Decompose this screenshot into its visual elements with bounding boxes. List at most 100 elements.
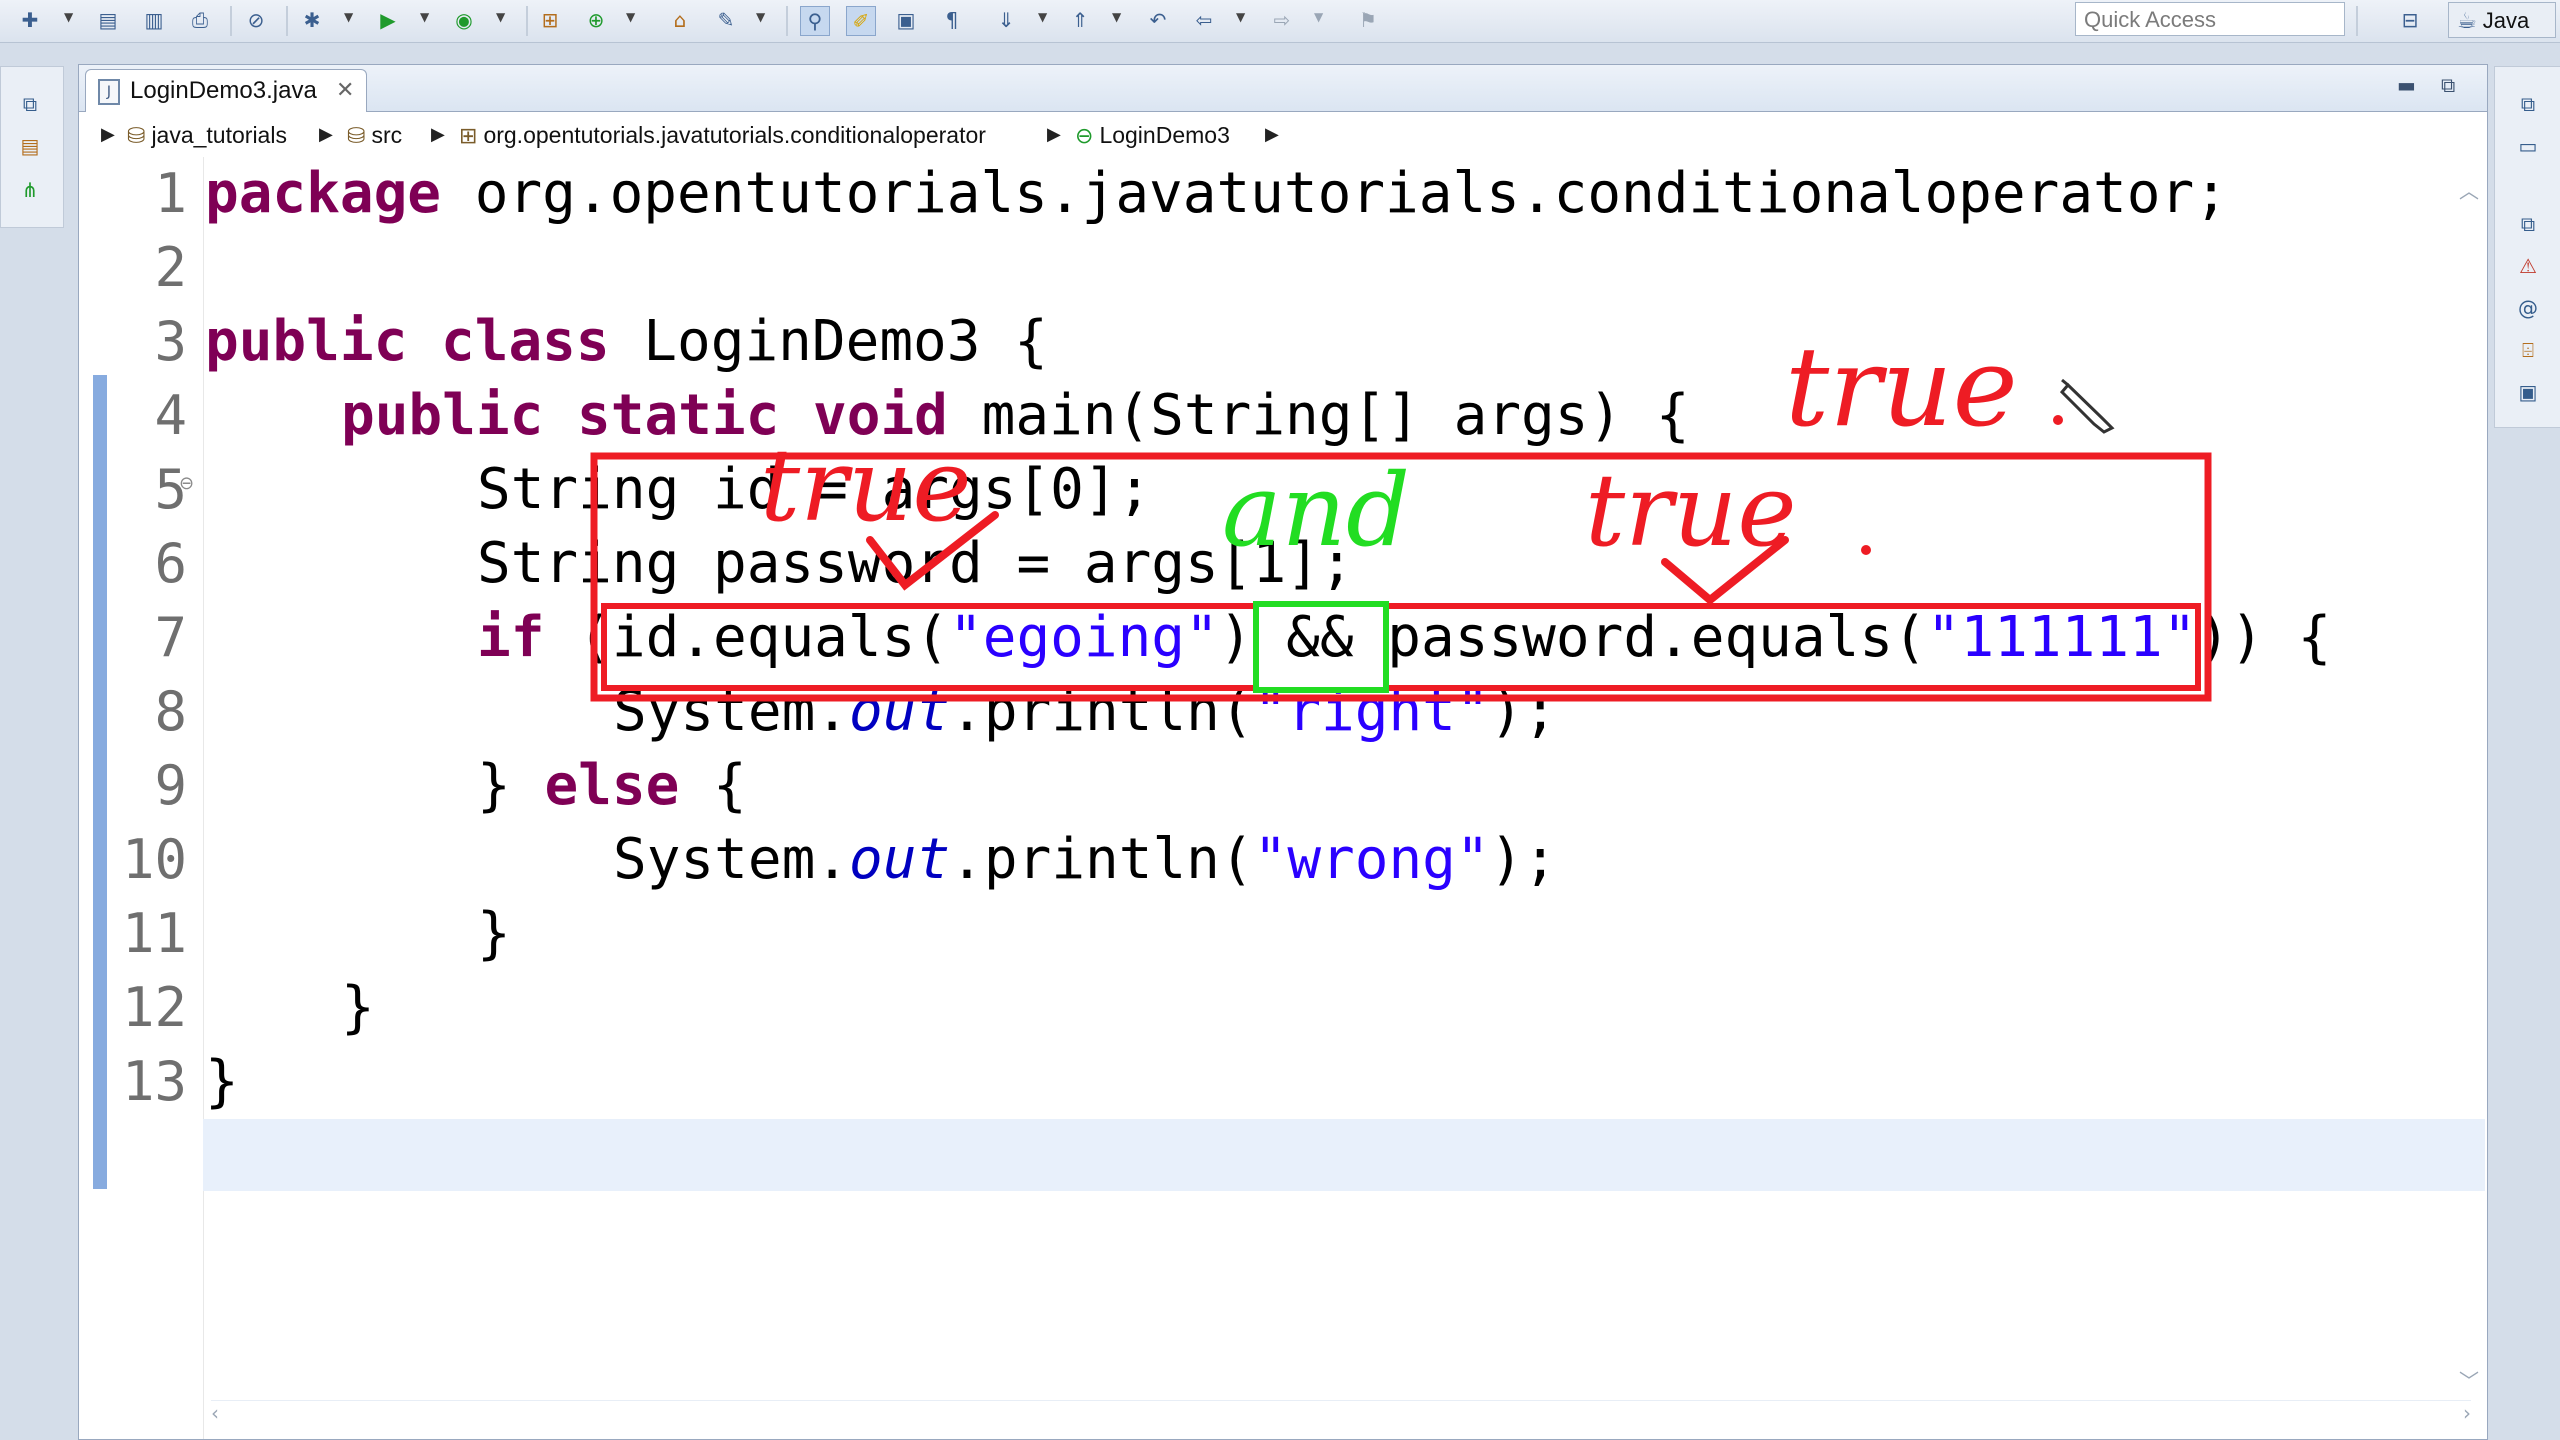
code-text: main(String[] args) { [947, 383, 1690, 448]
breadcrumb-project[interactable]: ⛁ java_tutorials [127, 113, 287, 159]
tab-logindemo3[interactable]: J LoginDemo3.java ✕ [85, 69, 367, 112]
keyword: class [441, 309, 610, 374]
new-icon[interactable]: ✚ [16, 6, 44, 34]
scroll-right-icon[interactable]: › [2463, 1401, 2471, 1425]
breadcrumb: ▶ ⛁ java_tutorials ▶ ⛁ src ▶ ⊞ org.opentuto… [79, 113, 2487, 157]
toggle-mark-occurrences-icon[interactable]: ⚲ [800, 6, 830, 36]
scroll-up-icon[interactable]: ︿ [2459, 175, 2479, 204]
back-dropdown-icon[interactable]: ▼ [1236, 10, 1245, 24]
run-icon[interactable]: ▶ [374, 6, 402, 34]
previous-annotation-dropdown-icon[interactable]: ▼ [1112, 10, 1121, 24]
new-dropdown-icon[interactable]: ▼ [64, 10, 73, 24]
maximize-icon[interactable]: ⧉ [2441, 73, 2455, 97]
last-edit-location-icon[interactable]: ↶ [1144, 6, 1172, 34]
new-class-dropdown-icon[interactable]: ▼ [626, 10, 635, 24]
back-icon[interactable]: ⇦ [1190, 6, 1218, 34]
javadoc-icon[interactable]: @ [2515, 295, 2541, 321]
code-line-6: String password = args[1]; [477, 531, 1354, 596]
open-perspective-icon[interactable]: ⊟ [2396, 6, 2424, 34]
restore-icon[interactable]: ⧉ [17, 91, 43, 117]
external-tools-icon[interactable]: ◉ [450, 6, 478, 34]
search-icon[interactable]: ✎ [712, 6, 740, 34]
java-editor: J LoginDemo3.java ✕ ▬ ⧉ ▶ ⛁ java_tutorial… [78, 64, 2488, 1440]
search-dropdown-icon[interactable]: ▼ [756, 10, 765, 24]
task-list-icon[interactable]: ▭ [2515, 133, 2541, 159]
code-text: org.opentutorials.javatutorials.conditio… [441, 161, 2228, 226]
package-explorer-icon[interactable]: ▤ [17, 133, 43, 159]
external-tools-dropdown-icon[interactable]: ▼ [496, 10, 505, 24]
forward-icon[interactable]: ⇨ [1268, 6, 1296, 34]
quick-access-input[interactable]: Quick Access [2075, 2, 2345, 36]
line-number: 1 [154, 162, 187, 225]
breadcrumb-class[interactable]: ⊖ LoginDemo3 [1075, 113, 1230, 159]
close-icon[interactable]: ✕ [336, 70, 354, 112]
scroll-left-icon[interactable]: ‹ [211, 1401, 219, 1425]
scroll-down-icon[interactable]: ﹀ [2459, 1365, 2479, 1394]
keyword: package [205, 161, 442, 226]
breadcrumb-src[interactable]: ⛁ src [347, 113, 402, 159]
line-number: 9 [154, 754, 187, 817]
line-number-gutter: 1 2 3 4 5 6 7 8 9 10 11 12 13 ⊖ [79, 157, 204, 1439]
next-annotation-dropdown-icon[interactable]: ▼ [1038, 10, 1047, 24]
restore-icon[interactable]: ⧉ [2515, 91, 2541, 117]
line-number: 12 [121, 976, 187, 1039]
keyword: if [477, 605, 545, 670]
save-all-icon[interactable]: ▥ [140, 6, 168, 34]
chevron-right-icon: ▶ [1265, 124, 1279, 145]
open-type-icon[interactable]: ⌂ [666, 6, 694, 34]
project-icon: ⛁ [127, 124, 146, 149]
change-ruler-marker [93, 375, 107, 1189]
debug-icon[interactable]: ✱ [298, 6, 326, 34]
string-literal: "right" [1253, 679, 1490, 744]
horizontal-scrollbar[interactable]: ‹ › [211, 1400, 2471, 1425]
toggle-highlight-icon[interactable]: ✐ [846, 6, 876, 36]
console-icon[interactable]: ▣ [2515, 379, 2541, 405]
fold-collapse-icon[interactable]: ⊖ [179, 473, 194, 494]
editor-tab-bar: J LoginDemo3.java ✕ ▬ ⧉ [79, 65, 2487, 112]
run-dropdown-icon[interactable]: ▼ [420, 10, 429, 24]
next-annotation-icon[interactable]: ⇓ [992, 6, 1020, 34]
static-field: out [849, 827, 951, 892]
code-line-1: package org.opentutorials.javatutorials.… [205, 157, 2228, 231]
code-line-8: System.out.println("right"); [613, 675, 1557, 749]
save-icon[interactable]: ▤ [94, 6, 122, 34]
keyword: else [544, 753, 680, 818]
chevron-right-icon: ▶ [101, 124, 115, 145]
debug-dropdown-icon[interactable]: ▼ [344, 10, 353, 24]
code-text: )) { [2196, 605, 2332, 670]
chevron-right-icon: ▶ [1047, 124, 1061, 145]
line-number: 2 [154, 236, 187, 299]
code-line-12: } [341, 975, 375, 1040]
forward-dropdown-icon[interactable]: ▼ [1314, 10, 1323, 24]
toolbar-separator [526, 6, 528, 36]
line-number: 10 [121, 828, 187, 891]
new-class-icon[interactable]: ⊕ [582, 6, 610, 34]
block-selection-icon[interactable]: ▣ [892, 6, 920, 34]
code-area[interactable]: package org.opentutorials.javatutorials.… [205, 157, 2485, 1439]
hierarchy-icon[interactable]: ⋔ [17, 177, 43, 203]
java-perspective-button[interactable]: ☕ Java [2448, 2, 2556, 38]
java-file-icon: J [98, 79, 120, 105]
string-literal: "wrong" [1253, 827, 1490, 892]
right-minimized-views: ⧉ ▭ ⧉ ⚠ @ ⌹ ▣ [2494, 66, 2560, 428]
declaration-icon[interactable]: ⌹ [2515, 337, 2541, 363]
toolbar-separator [786, 6, 788, 36]
pin-editor-icon[interactable]: ⚑ [1354, 6, 1382, 34]
print-icon[interactable]: ⎙ [186, 6, 214, 34]
java-perspective-label: Java [2482, 8, 2530, 33]
code-line-11: } [477, 901, 511, 966]
show-whitespace-icon[interactable]: ¶ [938, 6, 966, 34]
code-text: ); [1489, 827, 1558, 892]
code-text: { [679, 753, 747, 818]
minimize-icon[interactable]: ▬ [2397, 73, 2416, 97]
code-text: ) && password.equals( [1218, 605, 1927, 670]
breadcrumb-package[interactable]: ⊞ org.opentutorials.javatutorials.conditi… [459, 113, 986, 159]
toolbar-separator [230, 6, 232, 36]
line-number: 8 [154, 680, 187, 743]
new-package-icon[interactable]: ⊞ [536, 6, 564, 34]
restore-icon[interactable]: ⧉ [2515, 211, 2541, 237]
skip-breakpoints-icon[interactable]: ⊘ [242, 6, 270, 34]
previous-annotation-icon[interactable]: ⇑ [1066, 6, 1094, 34]
problems-icon[interactable]: ⚠ [2515, 253, 2541, 279]
keyword: static [577, 383, 780, 448]
